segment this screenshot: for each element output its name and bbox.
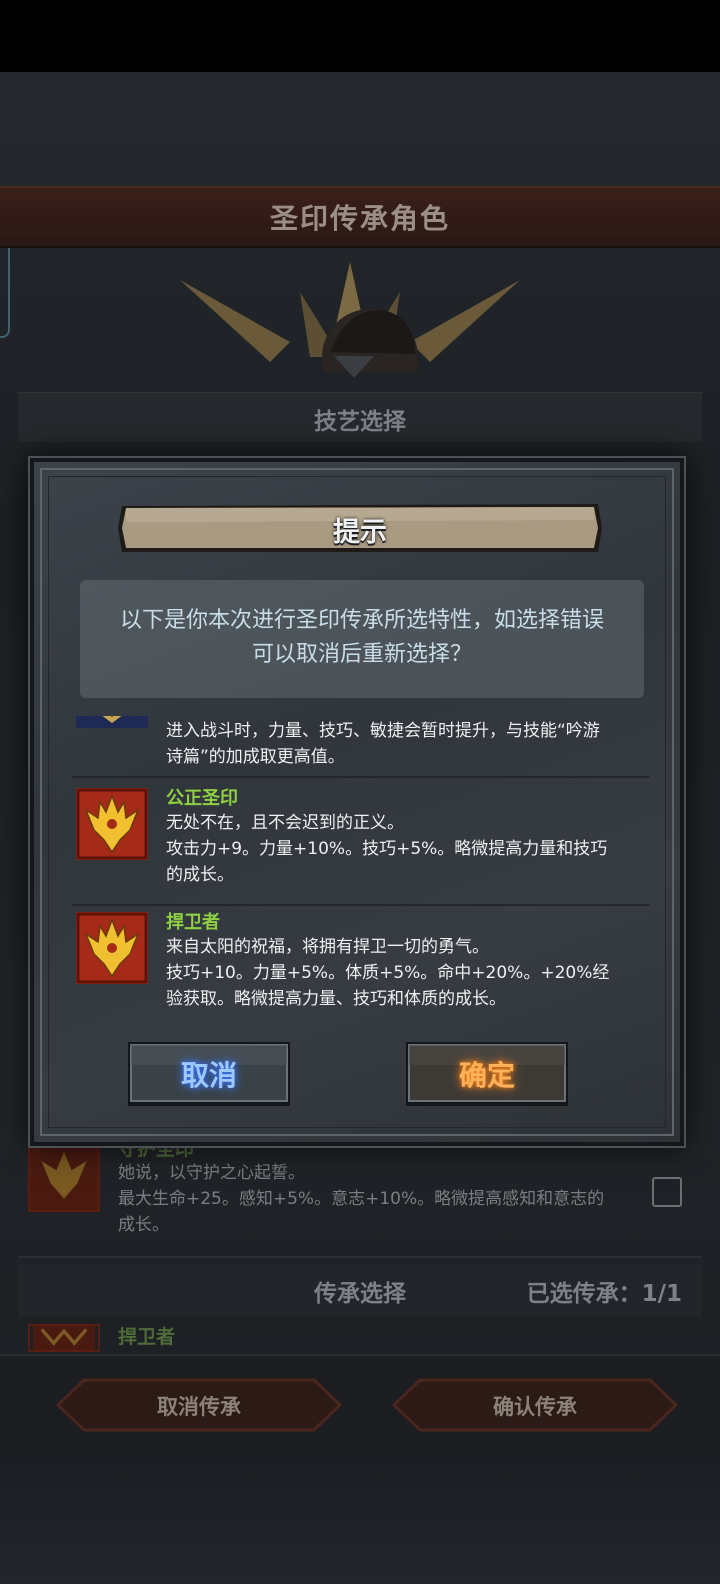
item-desc: 进入战斗时，力量、技巧、敏捷会暂时提升，与技能“吟游 诗篇”的加成取更高值。	[166, 721, 600, 767]
prompt-text: 以下是你本次进行圣印传承所选特性，如选择错误 可以取消后重新选择？	[119, 608, 604, 667]
dialog-header: 提示	[116, 500, 604, 556]
divider	[72, 904, 650, 906]
bottom-area	[0, 1454, 720, 1584]
item-name: 捍卫者	[118, 1326, 176, 1348]
prompt-box: 以下是你本次进行圣印传承所选特性，如选择错误 可以取消后重新选择？	[80, 580, 644, 698]
page-title: 圣印传承角色	[269, 202, 450, 235]
item-desc: 来自太阳的祝福，将拥有捍卫一切的勇气。 技巧+10。力量+5%。体质+5%。命中…	[166, 937, 610, 1009]
item-desc: 她说，以守护之心起誓。 最大生命+25。感知+5%。意志+10%。略微提高感知和…	[118, 1163, 605, 1235]
defender-icon	[76, 912, 148, 984]
dropdown-arrow-icon	[334, 356, 374, 378]
section-title: 技艺选择	[314, 409, 406, 435]
inherit-count: 已选传承：1/1	[526, 1281, 682, 1307]
dialog-title: 提示	[333, 517, 387, 548]
justice-seal-icon	[76, 788, 148, 860]
selected-traits-list[interactable]: 进入战斗时，力量、技巧、敏捷会暂时提升，与技能“吟游 诗篇”的加成取更高值。 公…	[72, 716, 650, 1016]
divider	[18, 1256, 702, 1258]
item-desc: 无处不在，且不会迟到的正义。 攻击力+9。力量+10%。技巧+5%。略微提高力量…	[166, 813, 608, 885]
select-checkbox[interactable]	[652, 1177, 682, 1207]
confirm-dialog: 提示 以下是你本次进行圣印传承所选特性，如选择错误 可以取消后重新选择？ 进入战…	[30, 458, 684, 1146]
item-name: 公正圣印	[166, 788, 238, 809]
item-name: 捍卫者	[166, 912, 220, 933]
divider	[72, 776, 650, 778]
bard-trait-icon	[76, 716, 148, 728]
confirm-inherit-button[interactable]: 确认传承	[392, 1378, 678, 1432]
cancel-button[interactable]: 取消	[126, 1040, 292, 1108]
status-bar	[0, 0, 720, 72]
defender-icon	[28, 1324, 100, 1352]
confirm-button[interactable]: 确定	[404, 1040, 570, 1108]
cancel-inherit-button[interactable]: 取消传承	[56, 1378, 342, 1432]
guardian-seal-icon	[28, 1140, 100, 1212]
